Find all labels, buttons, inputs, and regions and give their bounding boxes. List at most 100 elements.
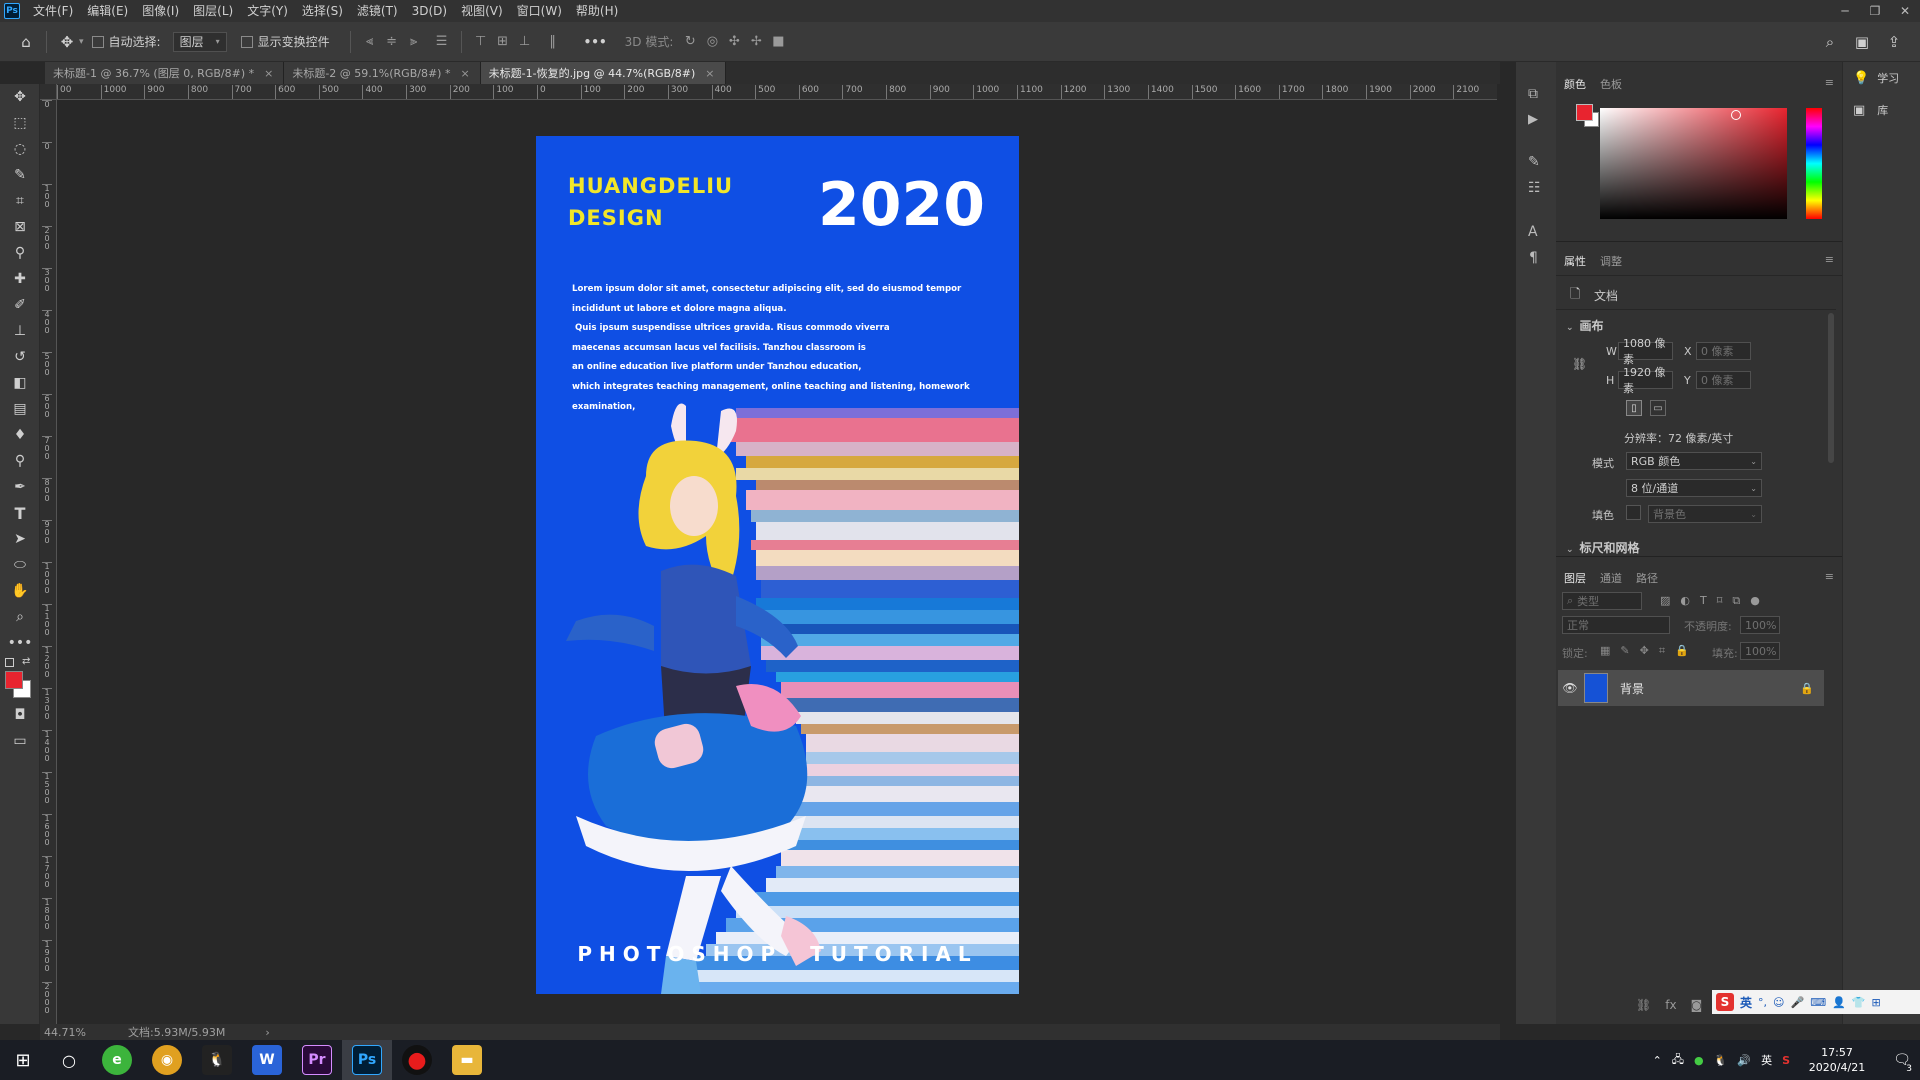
opacity-field[interactable]: 100% (1740, 616, 1780, 634)
close-icon[interactable]: × (705, 67, 714, 80)
taskbar-app-wps[interactable]: W (242, 1040, 292, 1080)
actions-play-icon[interactable]: ▶ (1528, 112, 1538, 127)
adjustments-icon[interactable]: ☷ (1528, 180, 1541, 196)
close-icon[interactable]: ✕ (1890, 0, 1920, 22)
distribute-v-icon[interactable]: ‖ (542, 31, 564, 53)
share-icon[interactable]: ⇪ (1882, 30, 1906, 54)
taskbar-app-360[interactable]: e (92, 1040, 142, 1080)
auto-select-checkbox[interactable] (91, 35, 104, 48)
filter-toggle-icon[interactable]: ● (1750, 594, 1760, 608)
path-select-tool-icon[interactable]: ➤ (0, 526, 40, 552)
minimize-icon[interactable]: ─ (1830, 0, 1860, 22)
tab-paths[interactable]: 路径 (1636, 570, 1658, 586)
auto-select-dropdown[interactable]: 图层 ▾ (172, 31, 227, 52)
character-icon[interactable]: A (1528, 224, 1538, 240)
fill-dropdown[interactable]: 背景色 ⌄ (1648, 505, 1762, 523)
windows-start-icon[interactable]: ⊞ (0, 1040, 46, 1080)
rulers-section-header[interactable]: ⌄ 标尺和网格 (1566, 539, 1640, 556)
cortana-search-icon[interactable]: ○ (46, 1040, 92, 1080)
close-icon[interactable]: × (460, 67, 469, 80)
distribute-h-icon[interactable]: ☰ (431, 31, 453, 53)
menu-item[interactable]: 文字(Y) (240, 0, 295, 22)
link-layers-icon[interactable]: ⛓ (1636, 998, 1651, 1012)
x-field[interactable]: 0 像素 (1696, 342, 1751, 360)
restore-icon[interactable]: ❐ (1860, 0, 1890, 22)
align-top-icon[interactable]: ⊤ (470, 31, 492, 53)
foreground-color-swatch[interactable] (1576, 104, 1593, 121)
notification-center-icon[interactable]: 🗨 3 (1884, 1052, 1920, 1074)
hand-tool-icon[interactable]: ✋ (0, 578, 40, 604)
menu-item[interactable]: 编辑(E) (80, 0, 135, 22)
lock-position-icon[interactable]: ✥ (1640, 644, 1649, 658)
scrollbar[interactable] (1828, 313, 1834, 463)
align-left-icon[interactable]: ⫷ (359, 31, 381, 53)
menu-item[interactable]: 3D(D) (405, 0, 454, 22)
portrait-orientation-icon[interactable]: ▯ (1626, 400, 1642, 416)
roll-3d-icon[interactable]: ◎ (701, 31, 723, 53)
taskbar-app-chrome[interactable]: ◉ (142, 1040, 192, 1080)
tab-color[interactable]: 颜色 (1564, 76, 1586, 92)
tab-channels[interactable]: 通道 (1600, 570, 1622, 586)
lasso-tool-icon[interactable]: ◌ (0, 136, 40, 162)
clone-stamp-tool-icon[interactable]: ⊥ (0, 318, 40, 344)
eraser-tool-icon[interactable]: ◧ (0, 370, 40, 396)
user-icon[interactable]: 👤 (1832, 996, 1846, 1009)
mic-icon[interactable]: 🎤 (1790, 996, 1804, 1009)
brush-tool-icon[interactable]: ✐ (0, 292, 40, 318)
visibility-eye-icon[interactable]: 👁 (1558, 681, 1582, 695)
foreground-color-swatch[interactable] (5, 671, 23, 689)
paragraph-icon[interactable]: ¶ (1529, 250, 1538, 266)
layer-filter-dropdown[interactable]: ⌕ 类型 (1562, 592, 1642, 610)
tab-adjustments[interactable]: 调整 (1600, 253, 1622, 269)
volume-icon[interactable]: 🔊 (1737, 1054, 1751, 1067)
document-tab[interactable]: 未标题-1 @ 36.7% (图层 0, RGB/8#) * × (45, 62, 285, 84)
emoji-icon[interactable]: ☺ (1773, 996, 1784, 1009)
pen-tool-icon[interactable]: ✒ (0, 474, 40, 500)
rotate-3d-icon[interactable]: ↻ (679, 31, 701, 53)
brush-settings-icon[interactable]: ✎ (1528, 154, 1540, 170)
color-picker-handle[interactable] (1731, 110, 1741, 120)
taskbar-app-recorder[interactable]: ● (392, 1040, 442, 1080)
document-tab[interactable]: 未标题-2 @ 59.1%(RGB/8#) * × (284, 62, 481, 84)
quick-select-tool-icon[interactable]: ✎ (0, 162, 40, 188)
search-icon[interactable]: ⌕ (1818, 30, 1842, 54)
crop-tool-icon[interactable]: ⌗ (0, 188, 40, 214)
learn-button[interactable]: 💡 学习 (1853, 70, 1899, 86)
align-bottom-icon[interactable]: ⊥ (514, 31, 536, 53)
menu-item[interactable]: 窗口(W) (510, 0, 569, 22)
taskbar-app-photoshop[interactable]: Ps (342, 1040, 392, 1080)
hue-slider[interactable] (1806, 108, 1822, 219)
taskbar-app-qq[interactable]: 🐧 (192, 1040, 242, 1080)
swap-colors-icon[interactable]: ⇄ (22, 656, 30, 667)
fill-color-swatch[interactable] (1626, 505, 1641, 520)
tray-360-icon[interactable]: ● (1694, 1054, 1704, 1067)
poster-canvas[interactable]: HUANGDELIU DESIGN 2020 Lorem ipsum dolor… (536, 136, 1019, 994)
chevron-down-icon[interactable]: ▾ (79, 37, 84, 47)
frame-tool-icon[interactable]: ⊠ (0, 214, 40, 240)
height-field[interactable]: 1920 像素 (1618, 366, 1673, 395)
canvas-section-header[interactable]: ⌄ 画布 (1566, 317, 1604, 334)
healing-brush-tool-icon[interactable]: ✚ (0, 266, 40, 292)
history-brush-tool-icon[interactable]: ↺ (0, 344, 40, 370)
input-lang[interactable]: 英 (1761, 1052, 1772, 1068)
mode-dropdown[interactable]: RGB 颜色 ⌄ (1626, 452, 1762, 470)
tab-swatches[interactable]: 色板 (1600, 76, 1622, 92)
move-tool-icon[interactable]: ✥ (55, 30, 79, 54)
link-dimensions-icon[interactable]: ⛓ (1572, 357, 1587, 371)
align-center-h-icon[interactable]: ≑ (381, 31, 403, 53)
tab-layers[interactable]: 图层 (1564, 570, 1586, 586)
filter-adjustment-icon[interactable]: ◐ (1680, 594, 1690, 608)
move-tool-icon[interactable]: ✥ (0, 84, 40, 110)
home-icon[interactable]: ⌂ (14, 30, 38, 54)
status-menu-arrow[interactable]: › (265, 1026, 269, 1039)
panel-menu-icon[interactable]: ≡ (1825, 76, 1834, 89)
document-tab[interactable]: 未标题-1-恢复的.jpg @ 44.7%(RGB/8#) × (480, 62, 726, 84)
zoom-level[interactable]: 44.71% (44, 1026, 104, 1039)
filter-pixel-icon[interactable]: ▨ (1660, 594, 1670, 608)
width-field[interactable]: 1080 像素 (1618, 337, 1673, 366)
eyedropper-tool-icon[interactable]: ⚲ (0, 240, 40, 266)
library-button[interactable]: ▣ 库 (1853, 102, 1888, 118)
fill-field[interactable]: 100% (1740, 642, 1780, 660)
align-middle-v-icon[interactable]: ⊞ (492, 31, 514, 53)
ruler-origin[interactable] (40, 84, 57, 100)
